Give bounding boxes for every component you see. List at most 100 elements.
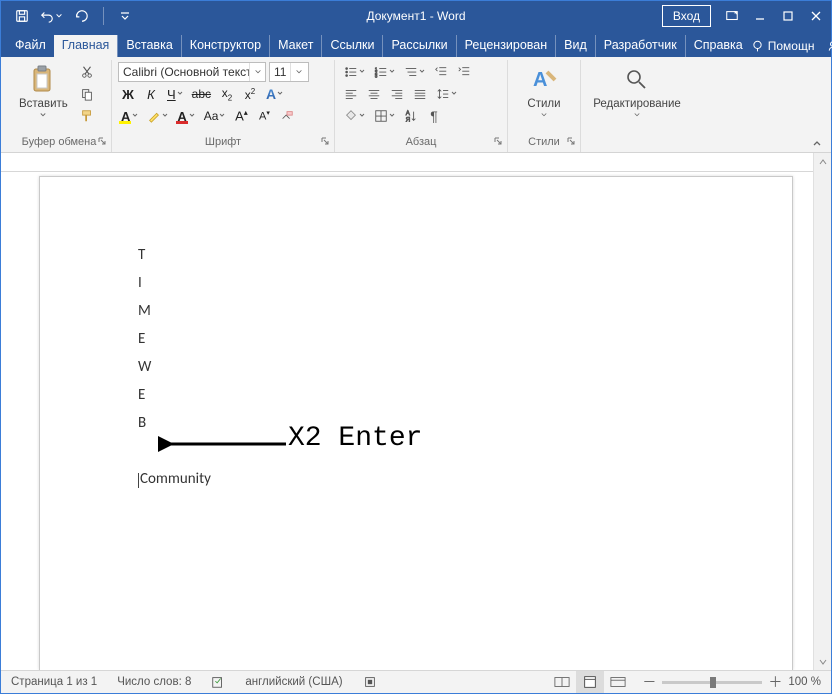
page[interactable]: T I M E W E B Community (39, 176, 793, 670)
align-right-button[interactable] (387, 84, 407, 104)
editing-button[interactable]: Редактирование (587, 62, 687, 120)
group-editing: Редактирование (580, 60, 693, 152)
group-clipboard-label: Буфер обмена (13, 134, 105, 152)
text-line[interactable]: M (138, 297, 732, 325)
italic-button[interactable]: К (141, 84, 161, 104)
scroll-up[interactable] (814, 153, 831, 170)
shrink-font-button[interactable]: A▾ (254, 106, 274, 126)
font-color-button[interactable]: A (174, 106, 197, 126)
chevron-down-icon[interactable] (249, 63, 265, 81)
text-line-community[interactable]: Community (138, 465, 732, 493)
tab-help[interactable]: Справка (685, 35, 751, 57)
signin-button[interactable]: Вход (662, 5, 711, 27)
text-line[interactable]: T (138, 241, 732, 269)
increase-indent-button[interactable] (454, 62, 474, 82)
tab-design[interactable]: Конструктор (181, 35, 269, 57)
view-web-layout[interactable] (604, 671, 632, 693)
ribbon-display-options[interactable] (719, 3, 745, 29)
tab-insert[interactable]: Вставка (117, 35, 180, 57)
zoom-value[interactable]: 100 % (788, 676, 821, 688)
multilevel-list-button[interactable] (401, 62, 428, 82)
justify-button[interactable] (410, 84, 430, 104)
redo-button[interactable] (69, 3, 95, 29)
sort-button[interactable]: AЯ (401, 106, 421, 126)
zoom-in[interactable]: ＋ (768, 672, 782, 692)
zoom-track[interactable] (662, 681, 762, 684)
minimize-button[interactable] (747, 3, 773, 29)
close-button[interactable] (803, 3, 829, 29)
paragraph-dialog-launcher[interactable] (491, 134, 505, 148)
text-line[interactable]: I (138, 269, 732, 297)
paste-button[interactable]: Вставить (13, 62, 74, 120)
tab-file[interactable]: Файл (7, 35, 54, 57)
editing-label: Редактирование (593, 98, 681, 110)
grow-font-button[interactable]: A▴ (231, 106, 251, 126)
group-font: Calibri (Основной текст) 11 Ж К Ч abc (111, 60, 334, 152)
font-size-combo[interactable]: 11 (269, 62, 309, 82)
undo-button[interactable] (39, 3, 65, 29)
text-line[interactable]: E (138, 325, 732, 353)
align-center-button[interactable] (364, 84, 384, 104)
document-canvas[interactable]: T I M E W E B Community (1, 172, 813, 670)
status-proofing[interactable] (201, 675, 235, 689)
vertical-scrollbar[interactable] (813, 153, 831, 670)
zoom-out[interactable]: － (642, 672, 656, 692)
status-word-count[interactable]: Число слов: 8 (107, 676, 201, 688)
tab-review[interactable]: Рецензирован (456, 35, 556, 57)
ribbon-tabs: Файл Главная Вставка Конструктор Макет С… (1, 31, 831, 57)
superscript-button[interactable]: x2 (240, 84, 260, 104)
line-spacing-button[interactable] (433, 84, 460, 104)
view-read-mode[interactable] (548, 671, 576, 693)
text-effects-button[interactable]: A (263, 84, 286, 104)
view-print-layout[interactable] (576, 671, 604, 693)
copy-button[interactable] (77, 84, 97, 104)
strikethrough-button[interactable]: abc (189, 84, 214, 104)
text-line[interactable]: E (138, 381, 732, 409)
bold-button[interactable]: Ж (118, 84, 138, 104)
tab-home[interactable]: Главная (54, 35, 118, 57)
bullets-button[interactable] (341, 62, 368, 82)
save-button[interactable] (9, 3, 35, 29)
zoom-thumb[interactable] (710, 677, 716, 688)
borders-button[interactable] (371, 106, 398, 126)
clipboard-dialog-launcher[interactable] (95, 134, 109, 148)
collapse-ribbon-button[interactable] (807, 135, 827, 153)
highlight-button[interactable]: A (118, 106, 141, 126)
change-case-button[interactable]: Aa (201, 106, 229, 126)
subscript-button[interactable]: x2 (217, 84, 237, 104)
cut-button[interactable] (77, 62, 97, 82)
share-button[interactable]: Поделиться (826, 39, 832, 53)
decrease-indent-button[interactable] (431, 62, 451, 82)
shading-button[interactable] (341, 106, 368, 126)
status-macros[interactable] (353, 675, 387, 689)
status-page[interactable]: Страница 1 из 1 (1, 676, 107, 688)
undo-dropdown[interactable] (54, 6, 64, 26)
tab-layout[interactable]: Макет (269, 35, 321, 57)
status-language[interactable]: английский (США) (235, 676, 352, 688)
align-left-button[interactable] (341, 84, 361, 104)
text-line[interactable]: W (138, 353, 732, 381)
group-paragraph: 123 AЯ (334, 60, 507, 152)
show-marks-button[interactable]: ¶ (424, 106, 444, 126)
zoom-slider[interactable]: － ＋ 100 % (632, 672, 831, 692)
font-dialog-launcher[interactable] (318, 134, 332, 148)
tab-developer[interactable]: Разработчик (595, 35, 685, 57)
chevron-down-icon[interactable] (290, 63, 307, 81)
clipboard-icon (27, 64, 59, 96)
styles-dialog-launcher[interactable] (564, 134, 578, 148)
scroll-down[interactable] (814, 653, 831, 670)
numbering-button[interactable]: 123 (371, 62, 398, 82)
tell-me[interactable]: Помощн (751, 39, 815, 53)
tab-mailings[interactable]: Рассылки (382, 35, 455, 57)
clear-formatting-button[interactable] (277, 106, 297, 126)
styles-button[interactable]: A Стили (514, 62, 574, 120)
tab-references[interactable]: Ссылки (321, 35, 382, 57)
tab-view[interactable]: Вид (555, 35, 595, 57)
qat-customize[interactable] (112, 3, 138, 29)
font-name-combo[interactable]: Calibri (Основной текст) (118, 62, 266, 82)
underline-button[interactable]: Ч (164, 84, 186, 104)
highlight-pen-button[interactable] (144, 106, 171, 126)
format-painter-button[interactable] (77, 106, 97, 126)
horizontal-ruler[interactable] (1, 153, 813, 172)
maximize-button[interactable] (775, 3, 801, 29)
